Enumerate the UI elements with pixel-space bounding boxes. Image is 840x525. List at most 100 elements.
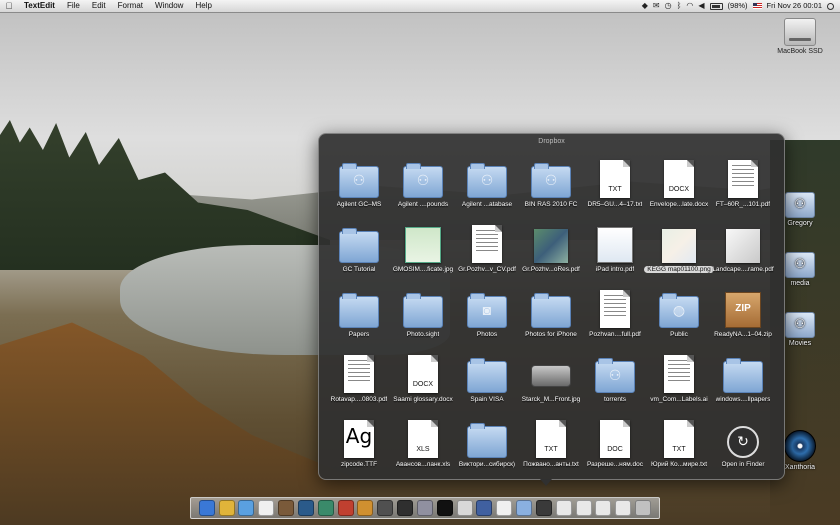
stack-icon[interactable] [555, 500, 572, 516]
menu-app-name[interactable]: TextEdit [18, 0, 61, 12]
folder-glyph-icon: ◙ [482, 302, 492, 318]
document-icon[interactable] [496, 500, 513, 516]
folder-icon-shape [339, 228, 379, 263]
app-icon[interactable] [397, 500, 414, 516]
stack-item[interactable]: ⚇ Agilent GC–MS [327, 152, 391, 217]
dropbox-icon[interactable]: ◆ [642, 0, 648, 12]
stack-item[interactable]: DOCX Envelope...late.docx [647, 152, 711, 217]
folder-glyph-icon: ◍ [672, 302, 686, 318]
stack-item[interactable]: Papers [327, 282, 391, 347]
stack-item[interactable]: GC Tutorial [327, 217, 391, 282]
stack-item[interactable]: ⚇ BIN RAS 2010 FC [519, 152, 583, 217]
stack-item[interactable]: ⚇ torrents [583, 347, 647, 412]
desktop-hdd[interactable]: MacBook SSD [770, 18, 830, 55]
battery-icon[interactable] [709, 2, 723, 10]
file-extension: DOCX [668, 186, 690, 193]
folder-icon [403, 288, 443, 328]
stack-item[interactable]: TXT Юрий Ко...мире.txt [647, 412, 711, 477]
app-icon[interactable] [416, 500, 433, 516]
stack-item[interactable]: Виктори...сибирск) [455, 412, 519, 477]
terminal-icon[interactable] [436, 500, 453, 516]
stack-item[interactable]: ZIP ReadyNA...1–04.zip [711, 282, 775, 347]
stack-item[interactable]: DOC Разреше...ням.doc [583, 412, 647, 477]
stack-item[interactable]: Pozhvan....full.pdf [583, 282, 647, 347]
folder-glyph-icon: ⚇ [480, 172, 494, 188]
input-flag-icon[interactable] [752, 3, 762, 9]
time-machine-icon[interactable]: ◷ [665, 0, 672, 12]
trash-icon[interactable] [635, 500, 652, 516]
stack-item[interactable]: Rotavap....0803.pdf [327, 347, 391, 412]
stack-item[interactable]: TXT DR5–GU...4–17.txt [583, 152, 647, 217]
menu-extras: ◆ ✉ ◷ ᛒ ◠ ◀ (98%) Fri Nov 26 00:01 [642, 0, 840, 12]
app-icon[interactable] [278, 500, 295, 516]
text-lines [668, 360, 690, 381]
menu-format[interactable]: Format [112, 0, 149, 12]
menu-file[interactable]: File [61, 0, 86, 12]
stack-item[interactable]: ⚇ Agilent ....pounds [391, 152, 455, 217]
file-extension: TXT [544, 446, 558, 453]
stack-item[interactable]: XLS Авансов...ланк.xls [391, 412, 455, 477]
app-icon[interactable] [456, 500, 473, 516]
chrome-icon[interactable] [218, 500, 235, 516]
mail-icon[interactable]: ✉ [653, 0, 660, 12]
stack-item[interactable]: DOCX Saami glossary.docx [391, 347, 455, 412]
stack-item[interactable]: ◙ Photos [455, 282, 519, 347]
pdf-document-icon [595, 288, 635, 328]
stack-item[interactable]: vm_Com...Labels.ai [647, 347, 711, 412]
image-preview-icon [595, 223, 635, 263]
ical-icon[interactable] [258, 500, 275, 516]
bluetooth-icon[interactable]: ᛒ [677, 0, 682, 12]
app-icon[interactable] [476, 500, 493, 516]
photoshop-icon[interactable] [297, 500, 314, 516]
app-icon[interactable] [357, 500, 374, 516]
stack-item[interactable]: iPad intro.pdf [583, 217, 647, 282]
stack-item-label: Open in Finder [721, 461, 765, 468]
folder-icon: ⚇ [595, 353, 635, 393]
app-icon[interactable] [615, 500, 632, 516]
finder-icon[interactable] [198, 500, 215, 516]
spotlight-search-icon[interactable] [827, 2, 834, 10]
volume-icon[interactable]: ◀ [698, 0, 704, 12]
app-icon[interactable] [337, 500, 354, 516]
open-in-finder-icon: ↻ [723, 418, 763, 458]
app-icon[interactable] [317, 500, 334, 516]
app-icon[interactable] [535, 500, 552, 516]
stack-item-label: Spain VISA [470, 396, 504, 403]
apple-icon[interactable]:  [0, 0, 18, 12]
document-icon-shape: TXT [536, 420, 566, 458]
stack-item[interactable]: Ag zipcode.TTF [327, 412, 391, 477]
stack-item[interactable]: Photo.sight [391, 282, 455, 347]
open-in-finder-icon-shape: ↻ [727, 426, 759, 458]
stack-item[interactable]: TXT Пожвано...анты.txt [519, 412, 583, 477]
pdf-document-icon-shape [664, 355, 694, 393]
folder-glyph-icon: ⚇ [544, 172, 558, 188]
stack-item[interactable]: GMOSIM....ficate.jpg [391, 217, 455, 282]
stack-item[interactable]: Spain VISA [455, 347, 519, 412]
menu-window[interactable]: Window [149, 0, 189, 12]
stack-item[interactable]: windows....llpapers [711, 347, 775, 412]
pdf-document-icon [659, 353, 699, 393]
stack-item[interactable]: ◍ Public [647, 282, 711, 347]
font-sample: Ag [345, 424, 373, 448]
app-icon[interactable] [595, 500, 612, 516]
stack-item-label: Виктори...сибирск) [458, 461, 516, 468]
app-icon[interactable] [377, 500, 394, 516]
stack-item-label: GMOSIM....ficate.jpg [392, 266, 454, 273]
stack-item[interactable]: ↻ Open in Finder [711, 412, 775, 477]
menu-clock[interactable]: Fri Nov 26 00:01 [767, 0, 822, 12]
stack-item[interactable]: Landcape....rame.pdf [711, 217, 775, 282]
itunes-icon[interactable] [238, 500, 255, 516]
stack-item[interactable]: FT–60R_...101.pdf [711, 152, 775, 217]
stack-item[interactable]: ⚇ Agilent ...atabase [455, 152, 519, 217]
menu-help[interactable]: Help [189, 0, 217, 12]
stack-item[interactable]: Photos for iPhone [519, 282, 583, 347]
wifi-icon[interactable]: ◠ [686, 0, 693, 12]
file-extension: ZIP [735, 303, 751, 314]
menu-edit[interactable]: Edit [86, 0, 112, 12]
dropbox-stack-icon[interactable] [516, 500, 533, 516]
stack-item[interactable]: Starck_M...Front.jpg [519, 347, 583, 412]
stack-item[interactable]: Gr.Pozhv...oRes.pdf [519, 217, 583, 282]
stack-item[interactable]: Gr.Pozhv...v_CV.pdf [455, 217, 519, 282]
app-icon[interactable] [575, 500, 592, 516]
stack-item[interactable]: KEGG map01100.png [644, 217, 714, 282]
